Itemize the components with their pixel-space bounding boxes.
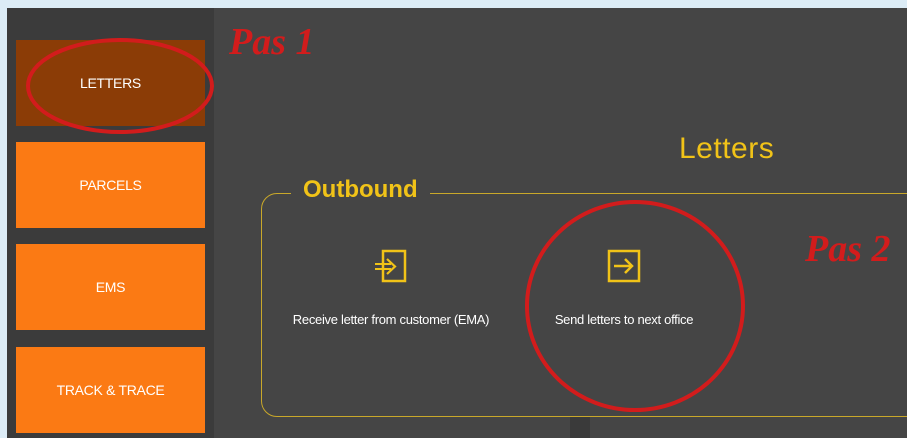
sidebar: LETTERS PARCELS EMS TRACK & TRACE — [7, 8, 214, 438]
sidebar-item-label: PARCELS — [79, 177, 142, 193]
export-icon — [607, 249, 641, 283]
group-label: Outbound — [291, 176, 430, 204]
sidebar-item-parcels[interactable]: PARCELS — [16, 142, 205, 228]
group-border-gap — [584, 194, 907, 196]
import-icon — [375, 249, 407, 283]
sidebar-item-track-trace[interactable]: TRACK & TRACE — [16, 347, 205, 433]
sidebar-item-label: EMS — [95, 279, 126, 295]
app-window: LETTERS PARCELS EMS TRACK & TRACE Letter… — [7, 8, 907, 438]
sidebar-item-letters[interactable]: LETTERS — [16, 40, 205, 126]
sidebar-item-ems[interactable]: EMS — [16, 244, 205, 330]
step1-annotation: Pas 1 — [229, 21, 315, 63]
receive-letter-label: Receive letter from customer (EMA) — [292, 312, 490, 327]
sidebar-item-label: LETTERS — [80, 75, 141, 91]
send-letters-button[interactable]: Send letters to next office — [544, 248, 704, 327]
receive-letter-button[interactable]: Receive letter from customer (EMA) — [280, 248, 502, 327]
scroll-stub — [570, 417, 590, 438]
send-letters-label: Send letters to next office — [554, 312, 694, 327]
page-title: Letters — [679, 132, 775, 165]
main-panel: Letters Outbound Receive letter from cus… — [214, 8, 907, 438]
sidebar-item-label: TRACK & TRACE — [56, 382, 165, 398]
step2-annotation: Pas 2 — [805, 228, 891, 270]
